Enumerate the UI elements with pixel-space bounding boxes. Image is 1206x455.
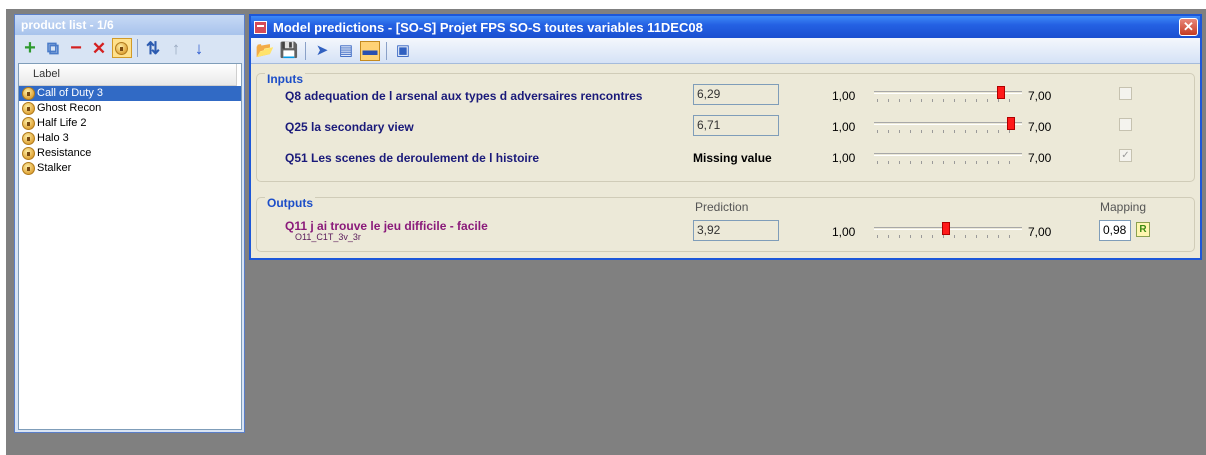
list-item[interactable]: Stalker <box>19 161 241 176</box>
slider-ticks <box>877 235 1019 238</box>
window-title-bar[interactable]: Model predictions - [SO-S] Projet FPS SO… <box>251 16 1200 38</box>
input-label: Q51 Les scenes de deroulement de l histo… <box>285 151 540 165</box>
slider-thumb[interactable] <box>1007 117 1015 130</box>
slider-thumb[interactable] <box>997 86 1005 99</box>
slider-min-label: 1,00 <box>832 225 856 239</box>
lock-icon <box>22 102 35 115</box>
slider-track <box>874 153 1022 156</box>
list-item-label: Halo 3 <box>37 132 69 144</box>
value-slider[interactable] <box>874 222 1022 238</box>
toolbar-separator <box>305 41 306 60</box>
slider-max-label: 7,00 <box>1028 151 1052 165</box>
value-slider[interactable] <box>874 148 1022 164</box>
lock-icon <box>22 162 35 175</box>
mapping-r-icon[interactable]: R <box>1136 222 1150 237</box>
window-title: Model predictions - [SO-S] Projet FPS SO… <box>273 19 703 35</box>
run-icon[interactable]: ➤ <box>312 41 332 61</box>
lock-icon <box>22 132 35 145</box>
output-label: Q11 j ai trouve le jeu difficile - facil… <box>285 219 488 233</box>
mapping-header: Mapping <box>1100 200 1147 214</box>
input-row: Q51 Les scenes de deroulement de l histo… <box>257 146 1194 170</box>
add-icon[interactable]: + <box>20 38 40 58</box>
slider-thumb[interactable] <box>942 222 950 235</box>
remove-icon[interactable]: − <box>66 38 86 58</box>
input-value-field[interactable]: 6,71 <box>693 115 779 136</box>
prediction-value-field[interactable]: 3,92 <box>693 220 779 241</box>
list-item-label: Call of Duty 3 <box>37 87 104 99</box>
value-slider[interactable] <box>874 117 1022 133</box>
model-predictions-window: Model predictions - [SO-S] Projet FPS SO… <box>249 14 1202 260</box>
list-item[interactable]: Half Life 2 <box>19 116 241 131</box>
list-item-label: Ghost Recon <box>37 102 102 114</box>
input-value-field[interactable]: 6,29 <box>693 84 779 105</box>
move-up-icon[interactable]: ↑ <box>166 38 186 58</box>
lock-icon <box>22 87 35 100</box>
inputs-group: Inputs Q8 adequation de l arsenal aux ty… <box>256 72 1195 182</box>
window-toolbar: 📂 💾 ➤ ▤ ▬ ▣ <box>251 38 1200 64</box>
product-list-title: product list - 1/6 <box>15 15 244 35</box>
output-code: O11_C1T_3v_3r <box>295 232 361 242</box>
lock-icon[interactable] <box>112 38 132 58</box>
prediction-header: Prediction <box>695 200 749 214</box>
slider-min-label: 1,00 <box>832 151 856 165</box>
mapping-value-field[interactable]: 0,98 <box>1099 220 1131 241</box>
list-item-label: Half Life 2 <box>37 117 87 129</box>
input-row: Q8 adequation de l arsenal aux types d a… <box>257 84 1194 108</box>
value-slider[interactable] <box>874 86 1022 102</box>
lock-icon <box>22 117 35 130</box>
list-item[interactable]: Ghost Recon <box>19 101 241 116</box>
save-icon[interactable]: 💾 <box>279 41 299 61</box>
input-label: Q25 la secondary view <box>285 120 414 134</box>
slider-max-label: 7,00 <box>1028 225 1052 239</box>
open-folder-icon[interactable]: 📂 <box>255 41 275 61</box>
close-button[interactable]: ✕ <box>1179 18 1198 36</box>
toggle-bar-icon[interactable]: ▬ <box>360 40 380 61</box>
product-list-panel: product list - 1/6 + ⧉ − ✕ ⇅ ↑ ↓ Label C… <box>14 14 245 433</box>
slider-track <box>874 122 1022 125</box>
slider-ticks <box>877 161 1019 164</box>
export-icon[interactable]: ▣ <box>393 41 413 61</box>
sort-icon[interactable]: ⇅ <box>143 38 163 58</box>
outputs-title: Outputs <box>265 196 315 210</box>
product-list: Label Call of Duty 3 Ghost Recon Half Life… <box>18 63 242 430</box>
copy-icon[interactable]: ⧉ <box>43 38 63 58</box>
slider-ticks <box>877 130 1019 133</box>
list-item-label: Stalker <box>37 162 72 174</box>
move-down-icon[interactable]: ↓ <box>189 38 209 58</box>
output-row: Q11 j ai trouve le jeu difficile - facil… <box>257 219 1194 244</box>
slider-min-label: 1,00 <box>832 89 856 103</box>
lock-badge-icon <box>114 41 128 55</box>
slider-max-label: 7,00 <box>1028 120 1052 134</box>
delete-icon[interactable]: ✕ <box>89 38 109 58</box>
app-icon <box>254 20 267 34</box>
list-item[interactable]: Halo 3 <box>19 131 241 146</box>
input-label: Q8 adequation de l arsenal aux types d a… <box>285 89 643 103</box>
lock-icon <box>22 147 35 160</box>
document-icon[interactable]: ▤ <box>336 41 356 61</box>
slider-min-label: 1,00 <box>832 120 856 134</box>
missing-checkbox[interactable]: ✓ <box>1119 149 1132 162</box>
outputs-group: Outputs Prediction Mapping Q11 j ai trou… <box>256 196 1195 252</box>
product-list-toolbar: + ⧉ − ✕ ⇅ ↑ ↓ <box>18 36 241 60</box>
missing-value-text: Missing value <box>693 151 772 165</box>
input-row: Q25 la secondary view 6,71 1,00 7,00 <box>257 115 1194 139</box>
missing-checkbox[interactable] <box>1119 87 1132 100</box>
column-header-label[interactable]: Label <box>19 64 237 86</box>
list-item[interactable]: Call of Duty 3 <box>19 86 241 101</box>
slider-max-label: 7,00 <box>1028 89 1052 103</box>
missing-checkbox[interactable] <box>1119 118 1132 131</box>
list-item[interactable]: Resistance <box>19 146 241 161</box>
toolbar-separator <box>137 39 138 57</box>
toolbar-separator <box>386 41 387 60</box>
slider-ticks <box>877 99 1019 102</box>
list-item-label: Resistance <box>37 147 92 159</box>
